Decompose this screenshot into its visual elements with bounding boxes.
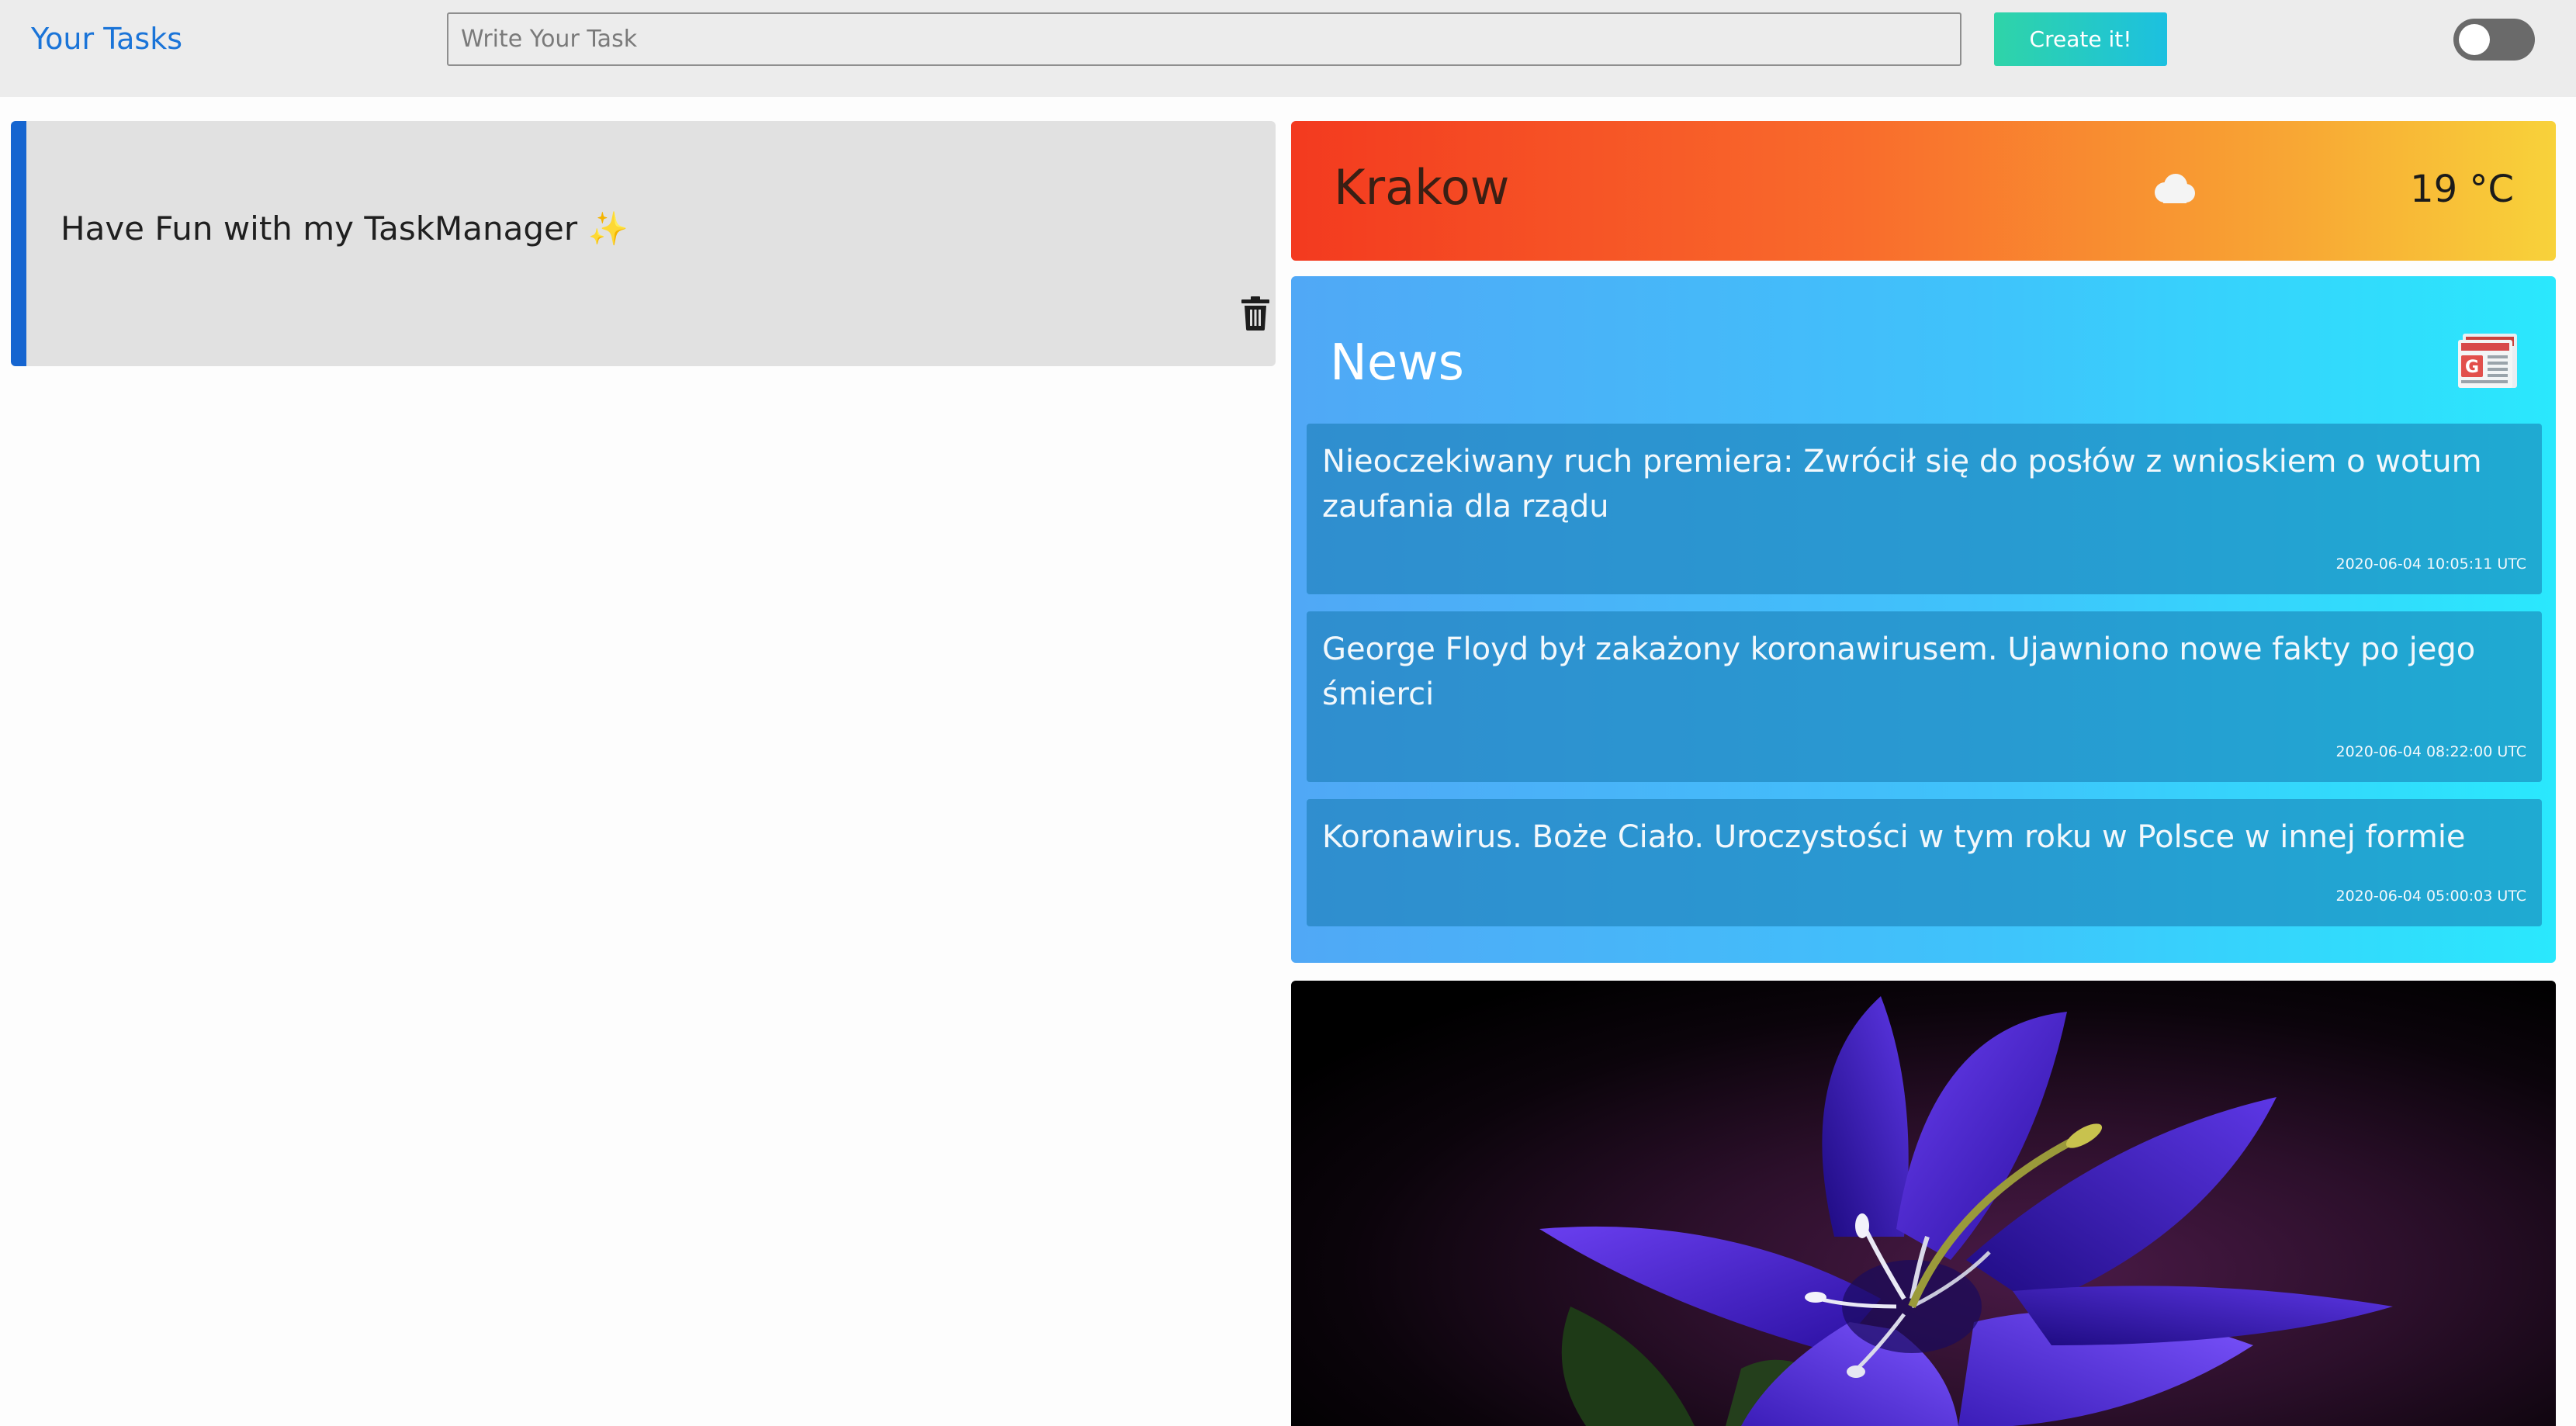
- news-headline: Nieoczekiwany ruch premiera: Zwrócił się…: [1322, 444, 2482, 524]
- news-timestamp: 2020-06-04 08:22:00 UTC: [2335, 743, 2527, 760]
- news-headline: George Floyd był zakażony koronawirusem.…: [1322, 632, 2476, 712]
- app-title[interactable]: Your Tasks: [31, 20, 182, 57]
- weather-city: Krakow: [1334, 159, 1510, 216]
- google-news-icon: G: [2458, 334, 2517, 388]
- weather-temperature: 19 °C: [2410, 168, 2514, 211]
- news-item[interactable]: Koronawirus. Boże Ciało. Uroczystości w …: [1307, 799, 2542, 926]
- top-bar: Your Tasks Create it!: [0, 0, 2576, 97]
- theme-toggle[interactable]: [2453, 19, 2535, 61]
- news-timestamp: 2020-06-04 10:05:11 UTC: [2335, 556, 2527, 573]
- flower-illustration: [1539, 996, 2393, 1426]
- news-title: News: [1330, 334, 1464, 392]
- svg-text:G: G: [2465, 358, 2479, 377]
- task-label: Have Fun with my TaskManager: [61, 209, 578, 247]
- flower-image: [1291, 981, 2556, 1426]
- sparkles-icon: ✨: [587, 209, 628, 247]
- create-task-button[interactable]: Create it!: [1994, 12, 2167, 66]
- task-text: Have Fun with my TaskManager ✨: [61, 209, 628, 248]
- weather-card: Krakow 19 °C: [1291, 121, 2556, 261]
- news-timestamp: 2020-06-04 05:00:03 UTC: [2335, 888, 2527, 905]
- task-card: Have Fun with my TaskManager ✨: [11, 121, 1276, 366]
- trash-icon[interactable]: [1241, 296, 1269, 331]
- cloud-icon: [2155, 174, 2195, 203]
- news-card: News G Nieoczekiwany ruch premiera: Zwró…: [1291, 276, 2556, 963]
- news-headline: Koronawirus. Boże Ciało. Uroczystości w …: [1322, 819, 2466, 855]
- news-item[interactable]: Nieoczekiwany ruch premiera: Zwrócił się…: [1307, 424, 2542, 594]
- task-input[interactable]: [447, 12, 1961, 66]
- toggle-knob: [2459, 24, 2490, 55]
- news-item[interactable]: George Floyd był zakażony koronawirusem.…: [1307, 611, 2542, 782]
